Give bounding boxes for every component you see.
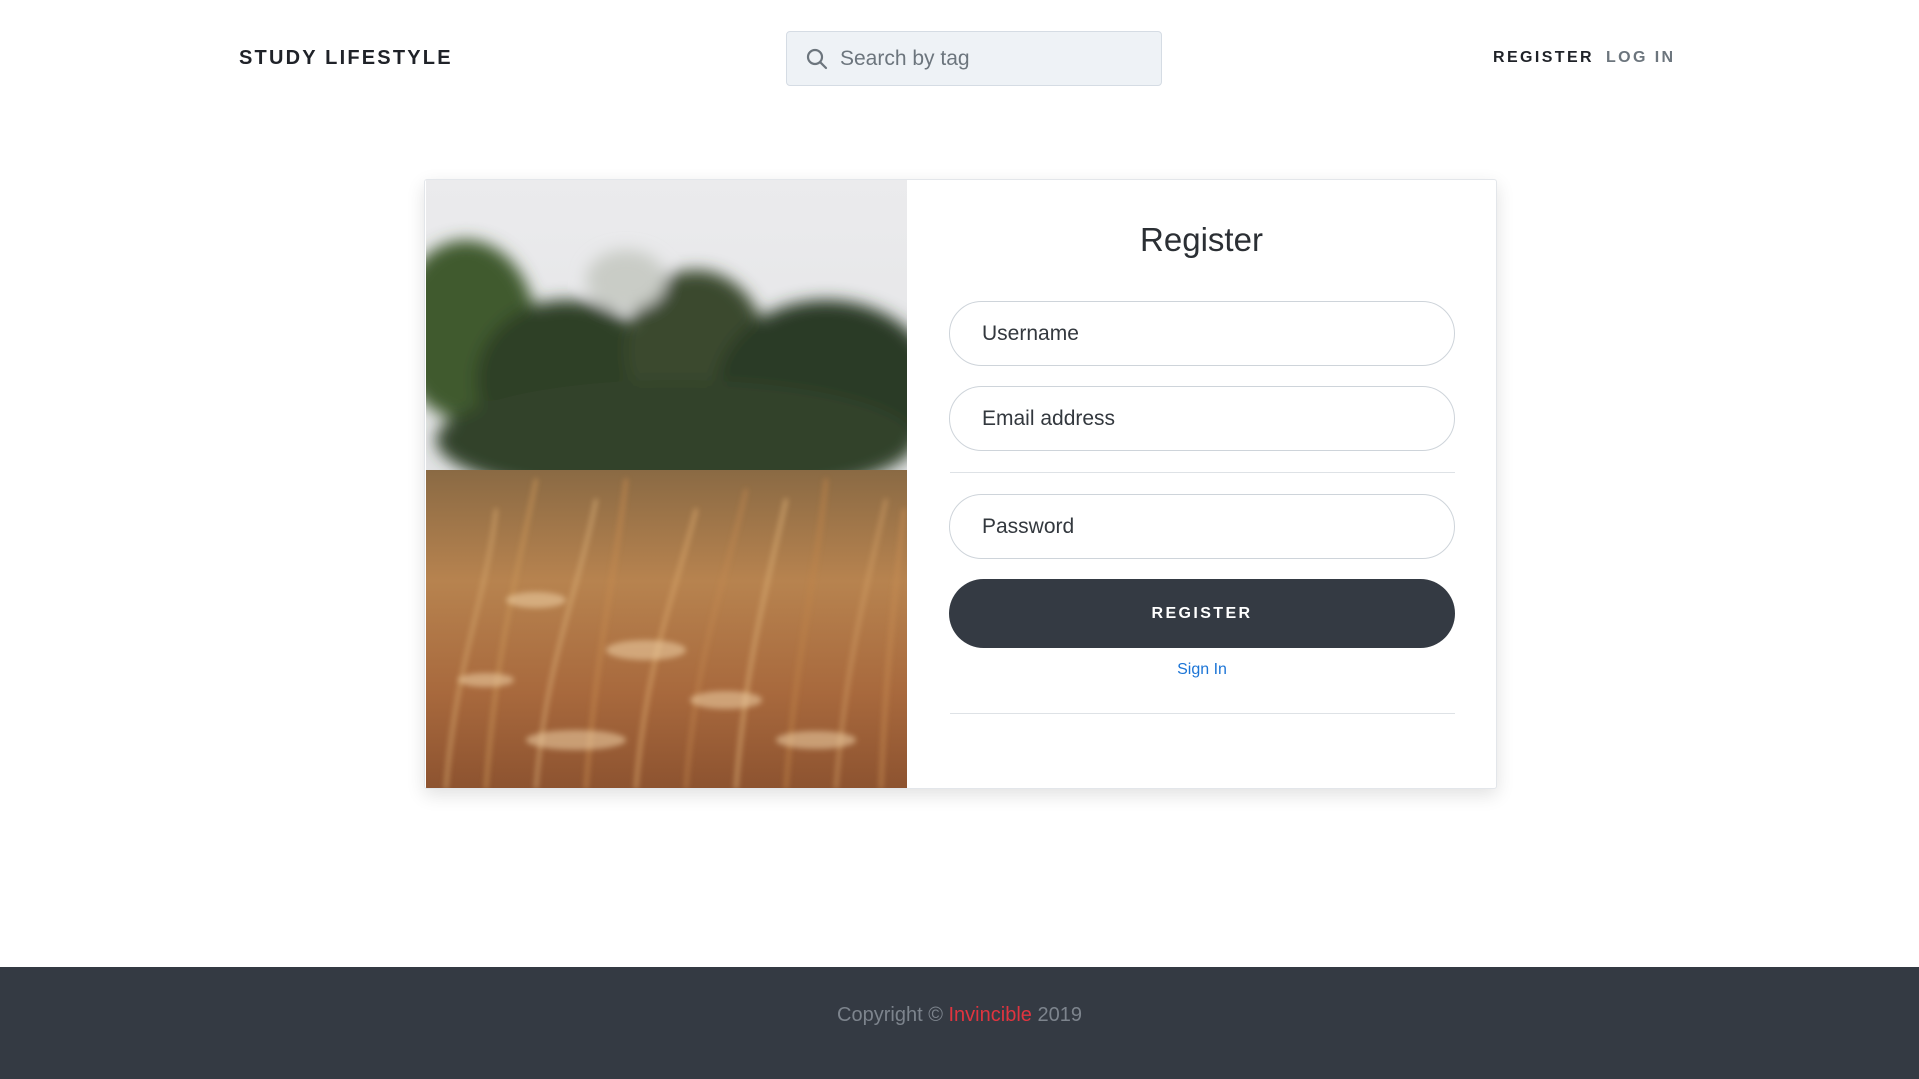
site-footer: Copyright © Invincible 2019 [0, 967, 1919, 1079]
register-submit-button[interactable]: REGISTER [949, 579, 1455, 648]
sign-in-link[interactable]: Sign In [949, 661, 1455, 679]
copyright-prefix: Copyright © [837, 1004, 943, 1026]
search-input[interactable] [840, 32, 1150, 85]
footer-brand-link[interactable]: Invincible [949, 1004, 1032, 1026]
nav-register-link[interactable]: REGISTER [1493, 49, 1594, 67]
email-input[interactable] [949, 386, 1455, 451]
form-divider [950, 472, 1455, 473]
username-input[interactable] [949, 301, 1455, 366]
search-box[interactable] [786, 31, 1162, 86]
nav-login-link[interactable]: LOG IN [1606, 49, 1676, 67]
site-brand-link[interactable]: STUDY LIFESTYLE [239, 47, 453, 70]
form-bottom-divider [950, 713, 1455, 714]
register-card [424, 179, 1497, 789]
copyright-text: Copyright © Invincible 2019 [0, 1004, 1919, 1027]
page: STUDY LIFESTYLE REGISTER LOG IN [0, 0, 1919, 1079]
register-title: Register [1140, 221, 1263, 258]
search-icon [805, 47, 829, 71]
grass-field-photo [426, 180, 907, 788]
copyright-year: 2019 [1037, 1004, 1082, 1026]
password-input[interactable] [949, 494, 1455, 559]
